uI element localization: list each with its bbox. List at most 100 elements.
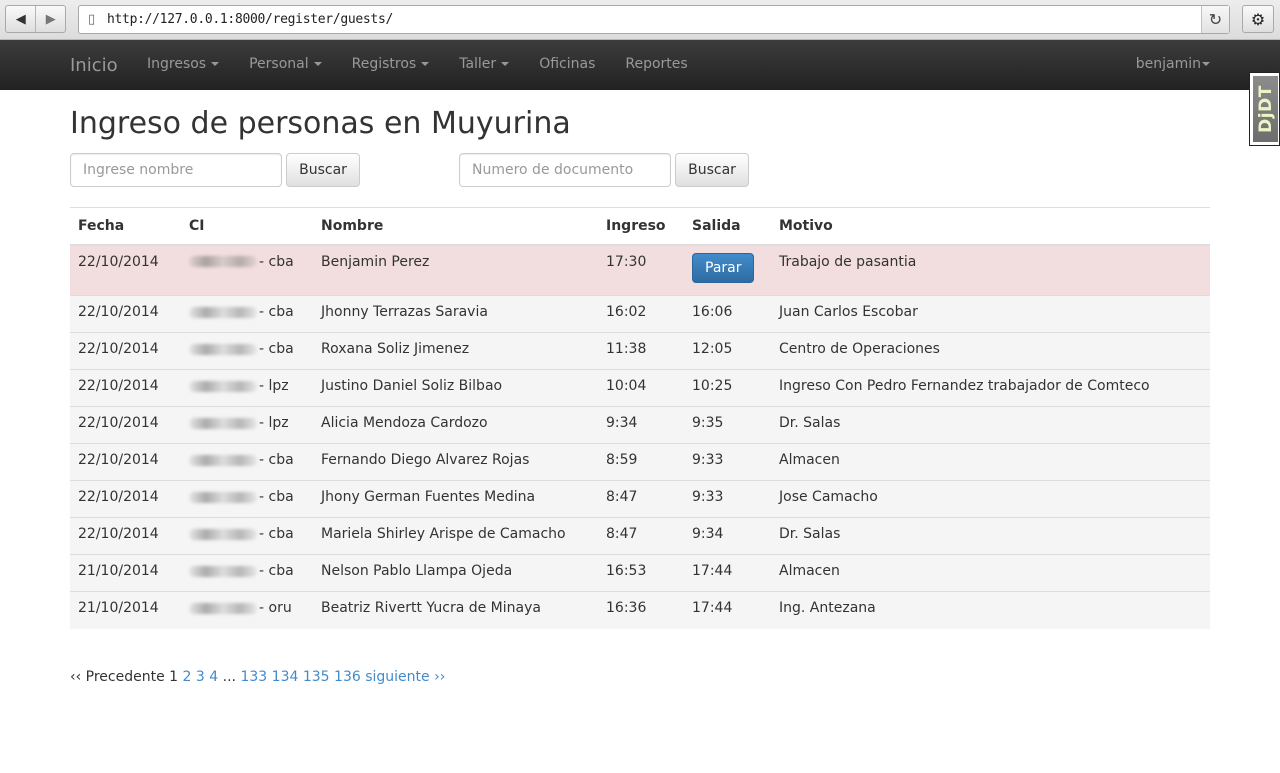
cell-nombre: Roxana Soliz Jimenez — [313, 332, 598, 370]
reload-icon: ↻ — [1208, 10, 1223, 29]
cell-motivo: Almacen — [771, 554, 1210, 592]
redacted-ci-number — [189, 343, 257, 355]
ci-suffix: - cba — [259, 526, 294, 542]
cell-motivo: Trabajo de pasantia — [771, 244, 1210, 296]
cell-fecha: 22/10/2014 — [70, 295, 181, 333]
document-search-button[interactable]: Buscar — [675, 153, 749, 187]
cell-ci: - cba — [181, 295, 313, 333]
page-link-136[interactable]: 136 — [334, 669, 361, 685]
cell-salida: 9:33 — [684, 480, 771, 518]
cell-motivo: Juan Carlos Escobar — [771, 295, 1210, 333]
cell-ingreso: 8:47 — [598, 517, 684, 555]
nav-item-ingresos[interactable]: Ingresos — [132, 40, 234, 90]
caret-down-icon — [211, 62, 220, 66]
nav-menu: Ingresos Personal Registros Taller Oficinas R… — [132, 40, 703, 90]
redacted-ci-number — [189, 417, 257, 429]
reload-button[interactable]: ↻ — [1201, 6, 1229, 33]
redacted-ci-number — [189, 565, 257, 577]
cell-fecha: 22/10/2014 — [70, 244, 181, 296]
debug-toolbar-handle[interactable]: DjDT — [1249, 72, 1280, 146]
cell-ingreso: 8:47 — [598, 480, 684, 518]
cell-fecha: 22/10/2014 — [70, 332, 181, 370]
nav-item-personal[interactable]: Personal — [234, 40, 337, 90]
column-header: Fecha — [70, 207, 181, 246]
table-row: 22/10/2014 - cba Mariela Shirley Arispe de… — [70, 517, 1210, 555]
pagination: ‹‹ Precedente 1 2 3 4 ... 133 134 135 13… — [70, 669, 445, 685]
cell-ci: - cba — [181, 480, 313, 518]
pagination-next[interactable]: siguiente ›› — [365, 669, 445, 685]
cell-fecha: 21/10/2014 — [70, 554, 181, 592]
djdt-label: DjDT — [1255, 85, 1276, 133]
nav-item-registros[interactable]: Registros — [337, 40, 445, 90]
page-link-3[interactable]: 3 — [196, 669, 205, 685]
column-header: Ingreso — [598, 207, 684, 246]
redacted-ci-number — [189, 454, 257, 466]
page-link-135[interactable]: 135 — [303, 669, 330, 685]
brand-link[interactable]: Inicio — [70, 55, 118, 76]
cell-ci: - cba — [181, 244, 313, 296]
cell-ingreso: 8:59 — [598, 443, 684, 481]
cell-motivo: Almacen — [771, 443, 1210, 481]
page-link-134[interactable]: 134 — [272, 669, 299, 685]
page-link-2[interactable]: 2 — [183, 669, 192, 685]
cell-ci: - cba — [181, 554, 313, 592]
cell-nombre: Fernando Diego Alvarez Rojas — [313, 443, 598, 481]
page-link-133[interactable]: 133 — [240, 669, 267, 685]
table-row: 22/10/2014 - cba Jhony German Fuentes Medi… — [70, 480, 1210, 518]
browser-settings-button[interactable]: ⚙ — [1242, 5, 1274, 33]
user-menu[interactable]: benjamin — [1136, 56, 1210, 72]
guests-table: Fecha CI Nombre Ingreso Salida Motivo 22/10/2… — [70, 207, 1210, 629]
nav-item-oficinas[interactable]: Oficinas — [524, 40, 610, 90]
page-link-4[interactable]: 4 — [209, 669, 218, 685]
cell-nombre: Nelson Pablo Llampa Ojeda — [313, 554, 598, 592]
column-header: Nombre — [313, 207, 598, 246]
name-search-button[interactable]: Buscar — [286, 153, 360, 187]
cell-ci: - cba — [181, 443, 313, 481]
url-text[interactable]: http://127.0.0.1:8000/register/guests/ — [107, 12, 393, 27]
cell-salida: 10:25 — [684, 369, 771, 407]
ci-suffix: - lpz — [259, 378, 289, 394]
caret-down-icon — [421, 62, 430, 66]
nav-item-label: Ingresos — [147, 56, 207, 72]
back-arrow-icon: ◀ — [15, 11, 26, 27]
table-row: 21/10/2014 - oru Beatriz Rivertt Yucra de … — [70, 591, 1210, 629]
cell-fecha: 22/10/2014 — [70, 517, 181, 555]
forward-button[interactable]: ▶ — [35, 6, 65, 32]
redacted-ci-number — [189, 306, 257, 318]
cell-ci: - lpz — [181, 369, 313, 407]
cell-ci: - oru — [181, 591, 313, 629]
redacted-ci-number — [189, 380, 257, 392]
cell-motivo: Dr. Salas — [771, 406, 1210, 444]
nav-item-taller[interactable]: Taller — [444, 40, 524, 90]
name-search-input[interactable] — [70, 153, 282, 187]
browser-toolbar: ◀ ▶ ▯ http://127.0.0.1:8000/register/gue… — [0, 0, 1280, 40]
table-row: 22/10/2014- lpz Alicia Mendoza Cardozo 9:3… — [70, 406, 1210, 444]
stop-button[interactable]: Parar — [692, 252, 755, 283]
address-bar[interactable]: ▯ http://127.0.0.1:8000/register/guests/… — [78, 5, 1230, 34]
caret-down-icon — [1202, 62, 1210, 66]
table-row: 22/10/2014 - cba Benjamin Perez 17:30 Parar T… — [70, 244, 1210, 296]
ci-suffix: - cba — [259, 341, 294, 357]
cell-ingreso: 9:34 — [598, 406, 684, 444]
cell-salida: 9:34 — [684, 517, 771, 555]
cell-nombre: Benjamin Perez — [313, 244, 598, 296]
nav-item-reportes[interactable]: Reportes — [610, 40, 702, 90]
nav-item-label: Registros — [351, 56, 417, 72]
redacted-ci-number — [189, 528, 257, 540]
nav-item-label: Taller — [459, 56, 497, 72]
ci-suffix: - cba — [259, 563, 294, 579]
pagination-ellipsis: ... — [222, 669, 237, 685]
back-button[interactable]: ◀ — [6, 6, 35, 32]
redacted-ci-number — [189, 256, 257, 267]
cell-motivo: Ingreso Con Pedro Fernandez trabajador d… — [771, 369, 1210, 407]
cell-motivo: Centro de Operaciones — [771, 332, 1210, 370]
history-nav: ◀ ▶ — [5, 5, 66, 33]
caret-down-icon — [501, 62, 510, 66]
pagination-prev: ‹‹ Precedente — [70, 669, 165, 685]
column-header: CI — [181, 207, 313, 246]
guests-table-wrap: Fecha CI Nombre Ingreso Salida Motivo 22/10/2… — [70, 207, 1210, 629]
document-search-input[interactable] — [459, 153, 671, 187]
nav-item-label: Oficinas — [539, 56, 596, 72]
cell-salida: 17:44 — [684, 554, 771, 592]
cell-ingreso: 16:02 — [598, 295, 684, 333]
